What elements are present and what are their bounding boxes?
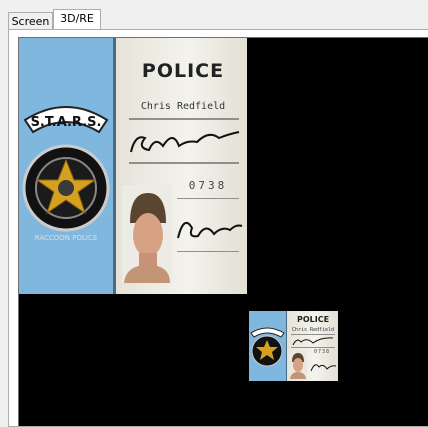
card-name: Chris Redfield xyxy=(140,101,226,112)
card-id-number-small: 0738 xyxy=(313,349,331,355)
portrait-photo-small xyxy=(289,351,307,379)
card-header-small: POLICE xyxy=(296,315,330,324)
tab-screen[interactable]: Screen xyxy=(8,12,53,29)
portrait-small-icon xyxy=(290,353,306,379)
portrait-photo xyxy=(122,185,172,283)
signature-small-card-icon xyxy=(292,337,334,346)
emblem-subtext: RACCOON POLICE xyxy=(35,234,98,242)
tab-bar: Screen 3D/RE xyxy=(0,0,428,30)
id-card-large: S.T.A.R.S. RACCOON POLICE POLICE Chris R… xyxy=(19,38,247,294)
id-card-small: POLICE Chris Redfield 0738 xyxy=(249,311,338,381)
portrait-icon xyxy=(122,185,172,283)
signature-small-icon xyxy=(177,221,243,239)
card-header: POLICE xyxy=(141,60,225,82)
card-name-small: Chris Redfield xyxy=(291,327,335,333)
signature-small-card2-icon xyxy=(310,364,337,372)
card-id-number: 0738 xyxy=(188,179,228,192)
render-viewport[interactable]: S.T.A.R.S. RACCOON POLICE POLICE Chris R… xyxy=(18,37,428,426)
stars-emblem-small-icon xyxy=(250,327,285,367)
tab-3d-re[interactable]: 3D/RE xyxy=(53,9,101,30)
stars-emblem-icon: S.T.A.R.S. RACCOON POLICE xyxy=(22,106,110,242)
emblem-stars-text: S.T.A.R.S. xyxy=(31,115,102,130)
signature-icon xyxy=(130,131,240,153)
